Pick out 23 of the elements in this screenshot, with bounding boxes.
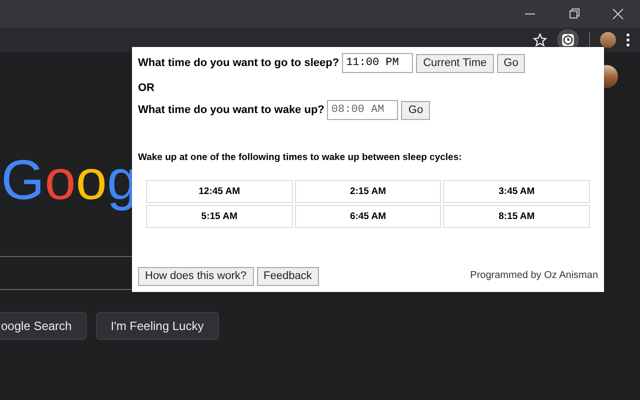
search-button[interactable]: I'm Feeling Lucky (96, 312, 219, 340)
question-label: What time do you want to go to sleep? (138, 56, 340, 71)
button[interactable]: How does this work? (138, 267, 254, 286)
search-button[interactable]: oogle Search (0, 312, 87, 340)
time-cell: 8:15 AM (443, 205, 590, 228)
time-input[interactable]: 11:00 PM (342, 53, 414, 73)
button[interactable]: Feedback (256, 267, 319, 286)
avatar-icon[interactable] (600, 32, 616, 48)
time-cell: 6:45 AM (294, 205, 442, 228)
menu-icon[interactable] (626, 33, 630, 47)
time-input[interactable]: 08:00 AM (327, 100, 398, 120)
time-cell: 12:45 AM (146, 180, 293, 204)
question-label: What time do you want to wake up? (138, 102, 324, 118)
results-heading: Wake up at one of the following times to wake up between sleep cycles: (138, 151, 463, 165)
star-icon[interactable] (533, 33, 547, 47)
time-cell: 5:15 AM (146, 205, 293, 228)
time-cell: 3:45 AM (443, 180, 590, 204)
credit-text: Programmed by Oz Anisman (470, 269, 598, 283)
button[interactable]: Current Time (416, 54, 494, 72)
button[interactable]: Go (496, 54, 526, 72)
button[interactable]: Go (401, 100, 430, 120)
time-cell: 2:15 AM (294, 180, 442, 204)
or-label: OR (138, 81, 156, 94)
